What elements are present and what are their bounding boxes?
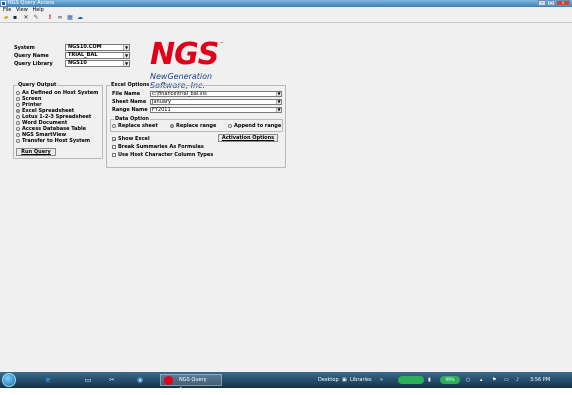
binoculars-icon[interactable]: ∞ (56, 14, 64, 21)
excel-options-legend: Excel Options (111, 82, 150, 88)
query-output-legend: Query Output (18, 82, 57, 88)
radio-icon (16, 90, 20, 95)
edit-icon[interactable]: ✎ (32, 14, 40, 21)
system-dropdown[interactable]: NGS10.COM ▼ (65, 44, 130, 51)
green-pill-icon[interactable] (398, 376, 424, 384)
data-option-radio[interactable]: Replace range (170, 123, 216, 129)
query-library-dropdown[interactable]: NGS10 ▼ (65, 60, 130, 67)
radio-icon (16, 138, 20, 143)
monitor-icon[interactable]: ▭ (504, 372, 509, 388)
chevron-down-icon: ▼ (276, 91, 281, 96)
main-client-area: System NGS10.COM ▼ Query Name TRIAL_BAL … (0, 23, 572, 372)
range-name-label: Range Name (112, 107, 148, 113)
start-button[interactable] (2, 373, 16, 387)
speaker-icon[interactable]: ♪ (516, 372, 519, 388)
radio-icon (16, 126, 20, 131)
chevron-down-icon: ▼ (276, 107, 281, 112)
radio-icon (16, 108, 20, 113)
data-option-radio[interactable]: Append to range (228, 123, 281, 129)
range-name-field[interactable]: FY2011 ▼ (150, 107, 282, 113)
checkbox-icon: ✓ (112, 136, 117, 142)
folder-icon: ▣ (342, 377, 347, 383)
radio-icon (16, 114, 20, 119)
query-name-dropdown[interactable]: TRIAL_BAL ▼ (65, 52, 130, 59)
chevron-up-icon[interactable]: » (380, 372, 383, 388)
open-folder-icon[interactable]: ▰ (2, 14, 10, 21)
radio-icon (16, 102, 20, 107)
title-bar: NGS Query Access – □ × (0, 0, 572, 7)
chevron-down-icon: ▼ (123, 61, 129, 66)
save-icon[interactable]: ▪ (11, 14, 19, 21)
media-player-icon[interactable]: ◉ (132, 374, 148, 386)
window-title: NGS Query Access (8, 0, 55, 6)
clock[interactable]: 3:56 PM (530, 372, 550, 388)
show-excel-checkbox[interactable]: ✓ Show Excel (112, 136, 150, 142)
toolbar: ▰ ▪ ✕ ✎ ! ∞ ▦ ☁ (0, 13, 572, 23)
break-summaries-checkbox[interactable]: Break Summaries As Formulas (112, 144, 204, 150)
radio-icon (16, 96, 20, 101)
app-icon (1, 1, 6, 6)
file-name-label: File Name (112, 91, 141, 97)
query-output-option[interactable]: Transfer to Host System (16, 138, 90, 144)
close-button[interactable]: × (556, 0, 570, 6)
libraries-label[interactable]: Libraries (350, 372, 372, 388)
internet-explorer-icon[interactable]: e (40, 374, 56, 386)
radio-icon (170, 123, 174, 128)
sheet-name-label: Sheet Name (112, 99, 147, 105)
delete-icon[interactable]: ✕ (22, 14, 30, 21)
run-query-button[interactable]: Run Query (16, 148, 56, 156)
cloud-icon[interactable]: ☁ (76, 14, 84, 21)
system-label: System (14, 45, 35, 51)
data-option-radio[interactable]: Replace sheet (112, 123, 158, 129)
checkbox-icon (112, 152, 116, 157)
taskbar: e ▭ ✂ ◉ NGS Query Access Desktop ▣ Libra… (0, 372, 572, 393)
scissors-icon[interactable]: ✂ (104, 374, 120, 386)
taskbar-ngs-query-access[interactable]: NGS Query Access (160, 374, 222, 393)
query-name-label: Query Name (14, 53, 49, 59)
query-library-label: Query Library (14, 61, 53, 67)
table-icon[interactable]: ▦ (66, 14, 74, 21)
file-name-field[interactable]: c:\finance\trial_bal.xls ▼ (150, 91, 282, 97)
minimize-button[interactable]: – (538, 0, 546, 6)
data-option-legend: Data Option (115, 116, 149, 122)
activation-options-button[interactable]: Activation Options (218, 134, 278, 142)
radio-icon (228, 123, 232, 128)
host-char-checkbox[interactable]: Use Host Character Column Types (112, 152, 213, 158)
flag-icon[interactable]: ⚑ (492, 372, 496, 388)
network-icon[interactable]: ▮ (428, 372, 431, 388)
arrow-icon[interactable]: ▴ (480, 372, 483, 388)
radio-icon (112, 123, 116, 128)
radio-icon (16, 132, 20, 137)
sheet-name-field[interactable]: January ▼ (150, 99, 282, 105)
search-icon[interactable]: ○ (466, 372, 470, 388)
file-explorer-icon[interactable]: ▭ (80, 374, 96, 386)
maximize-button[interactable]: □ (547, 0, 555, 6)
checkbox-icon (112, 144, 116, 149)
desktop-label[interactable]: Desktop (318, 372, 339, 388)
chevron-down-icon: ▼ (276, 99, 281, 104)
ngs-app-icon (164, 376, 173, 385)
run-icon[interactable]: ! (46, 14, 54, 21)
chevron-down-icon: ▼ (123, 45, 129, 50)
radio-icon (16, 120, 20, 125)
battery-indicator[interactable]: 99% (440, 376, 460, 384)
chevron-down-icon: ▼ (123, 53, 129, 58)
